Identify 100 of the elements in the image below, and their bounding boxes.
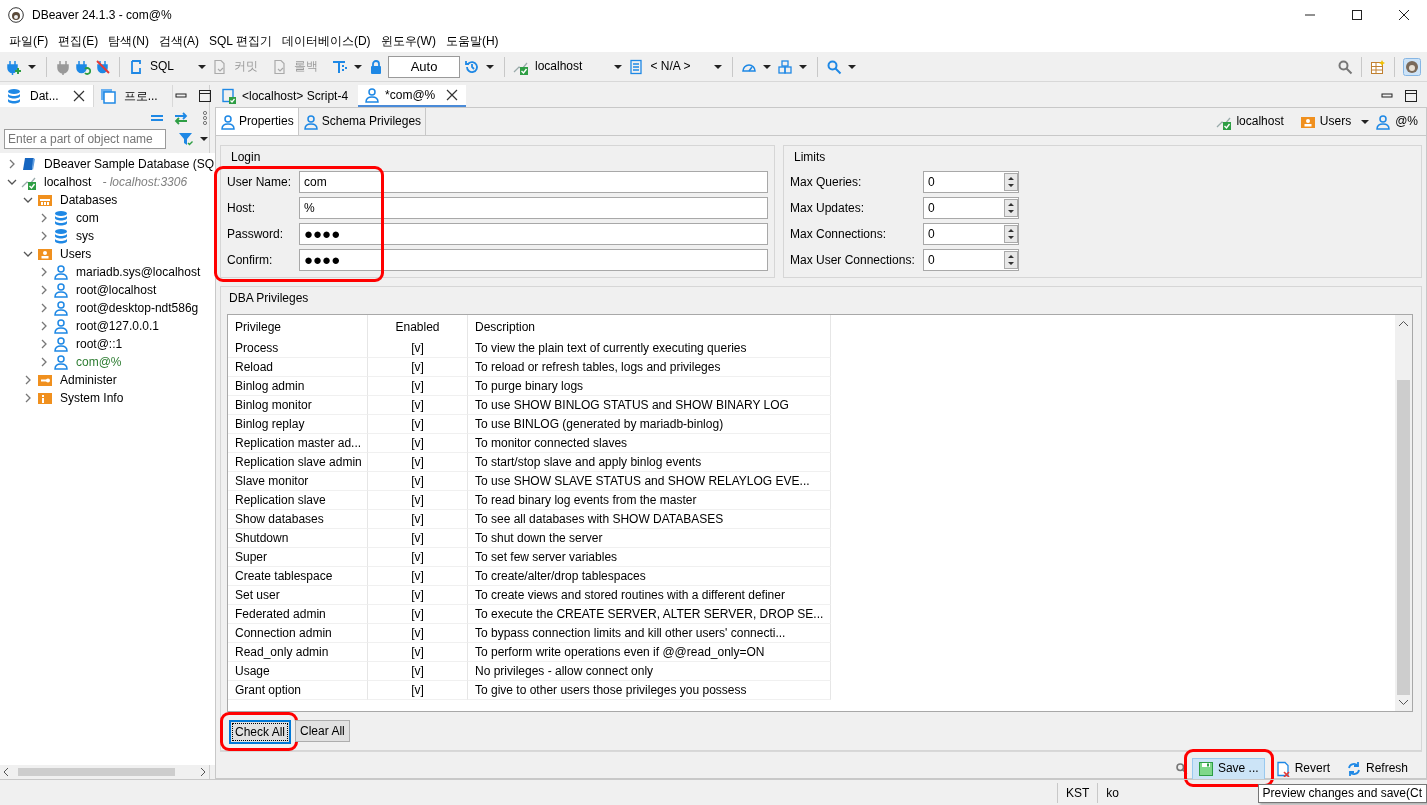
field-label: Max User Connections: — [790, 252, 916, 268]
table-cell: To start/stop slave and apply binlog events — [468, 453, 832, 472]
editor-subtab[interactable]: Properties — [216, 108, 299, 135]
table-cell: Binlog admin — [228, 377, 368, 396]
connection-link[interactable]: localhost — [1236, 114, 1284, 129]
database-icon — [53, 228, 69, 244]
password-field[interactable]: ●●●● — [299, 249, 768, 271]
folder-link[interactable]: Users — [1319, 114, 1352, 129]
tree-item[interactable]: com@% — [76, 354, 122, 370]
folder-icon — [37, 246, 53, 262]
table-cell: To use SHOW BINLOG STATUS and SHOW BINARY LOG — [468, 396, 832, 415]
field-label: Host: — [227, 200, 256, 216]
input-field[interactable]: % — [299, 197, 768, 219]
reconnect-icon[interactable] — [75, 58, 91, 75]
window-icon — [99, 88, 116, 104]
search-icon[interactable] — [1337, 58, 1353, 75]
table-cell: To view the plain text of currently executing queries — [468, 339, 832, 358]
tree-item[interactable]: root@127.0.0.1 — [76, 318, 159, 334]
table-cell: Binlog monitor — [228, 396, 368, 415]
group-title: DBA Privileges — [227, 291, 311, 306]
sql-button[interactable]: SQL — [148, 59, 176, 74]
link-editor-icon[interactable] — [172, 110, 189, 126]
script-icon — [221, 88, 237, 104]
editor-subtab[interactable]: Schema Privileges — [298, 108, 427, 135]
menu-item[interactable]: 도움말(H) — [440, 31, 504, 51]
push-button[interactable]: Clear All — [295, 720, 350, 742]
maximize-icon[interactable] — [196, 88, 213, 104]
tree-item[interactable]: root@localhost — [76, 282, 157, 298]
table-cell: [v] — [368, 510, 468, 529]
action-button[interactable]: Save ... — [1191, 757, 1265, 780]
plug-icon[interactable] — [55, 58, 71, 75]
tree-item[interactable]: Users — [60, 246, 92, 262]
tree-item[interactable]: Administer — [60, 372, 117, 388]
editor-tab[interactable]: <localhost> Script-4 — [215, 85, 359, 107]
datasource-selector[interactable]: localhost — [533, 59, 585, 74]
table-cell: [v] — [368, 491, 468, 510]
table-cell: [v] — [368, 453, 468, 472]
rollback-icon — [272, 58, 288, 75]
menu-item[interactable]: 윈도우(W) — [375, 31, 441, 51]
menu-item[interactable]: 탐색(N) — [103, 31, 154, 51]
action-button[interactable]: Revert — [1268, 757, 1336, 780]
schema-selector[interactable]: < N/A > — [648, 59, 693, 74]
tab-label: Properties — [239, 114, 294, 129]
push-button[interactable]: Check All — [229, 720, 292, 744]
perspective-icon[interactable] — [1403, 57, 1421, 76]
table-cell: Process — [228, 339, 368, 358]
editor-tab[interactable]: *com@% — [358, 85, 467, 107]
spinner-field[interactable]: 0 — [923, 171, 1019, 193]
table-cell: To shut down the server — [468, 529, 832, 548]
input-field[interactable]: com — [299, 171, 768, 193]
transaction-mode-field[interactable]: Auto — [388, 55, 460, 78]
tree-item[interactable]: Databases — [60, 192, 118, 208]
tree-item[interactable]: localhost — [44, 174, 92, 190]
tab-label: *com@% — [385, 87, 436, 103]
table-cell: [v] — [368, 377, 468, 396]
spinner-field[interactable]: 0 — [923, 223, 1019, 245]
menu-item[interactable]: SQL 편집기 — [204, 31, 277, 51]
table-cell: [v] — [368, 567, 468, 586]
spinner-field[interactable]: 0 — [923, 249, 1019, 271]
field-label: Password: — [227, 226, 285, 242]
menu-item[interactable]: 편집(E) — [53, 31, 104, 51]
tree-item[interactable]: DBeaver Sample Database (SQ — [44, 156, 215, 172]
column-header[interactable]: Enabled — [368, 315, 468, 339]
user-icon — [53, 318, 69, 334]
table-cell: To monitor connected slaves — [468, 434, 832, 453]
group-title: Login — [229, 150, 263, 165]
spinner-value: 0 — [928, 252, 935, 269]
user-icon — [53, 336, 69, 352]
spinner-field[interactable]: 0 — [923, 197, 1019, 219]
disconnect-icon[interactable] — [95, 58, 111, 75]
panel-tab[interactable]: 프로... — [93, 85, 173, 107]
panel-tab[interactable]: Dat... — [0, 85, 94, 107]
tree-item[interactable]: sys — [76, 228, 94, 244]
column-header[interactable]: Privilege — [228, 315, 368, 339]
status-item: KST — [1056, 782, 1098, 803]
action-button[interactable]: Refresh — [1339, 757, 1414, 780]
spin-arrows-icon — [1004, 199, 1018, 217]
column-header[interactable]: Description — [468, 315, 832, 339]
tree-item[interactable]: root@desktop-ndt586g — [76, 300, 199, 316]
tree-item[interactable]: mariadb.sys@localhost — [76, 264, 201, 280]
scrollbar[interactable] — [1395, 315, 1412, 711]
menu-item[interactable]: 파일(F) — [4, 31, 54, 51]
revert-icon — [1274, 760, 1291, 777]
object-link[interactable]: @% — [1395, 114, 1418, 129]
menu-item[interactable]: 데이터베이스(D) — [276, 31, 376, 51]
menu-item[interactable]: 검색(A) — [154, 31, 204, 51]
maximize-icon[interactable] — [1403, 88, 1419, 104]
password-field[interactable]: ●●●● — [299, 223, 768, 245]
table-cell: To bypass connection limits and kill other users' connecti... — [468, 624, 832, 643]
tree-item[interactable]: root@::1 — [76, 336, 123, 352]
user-icon — [220, 113, 236, 130]
sql-editor-icon[interactable] — [128, 58, 144, 75]
table-cell: Connection admin — [228, 624, 368, 643]
user-icon — [364, 87, 381, 103]
new-table-icon[interactable] — [1370, 58, 1386, 75]
table-cell: [v] — [368, 681, 468, 700]
tree-item[interactable]: System Info — [60, 390, 124, 406]
tree-item[interactable]: com — [76, 210, 99, 226]
table-cell: [v] — [368, 548, 468, 567]
filter-field[interactable]: Enter a part of object name — [4, 129, 166, 149]
